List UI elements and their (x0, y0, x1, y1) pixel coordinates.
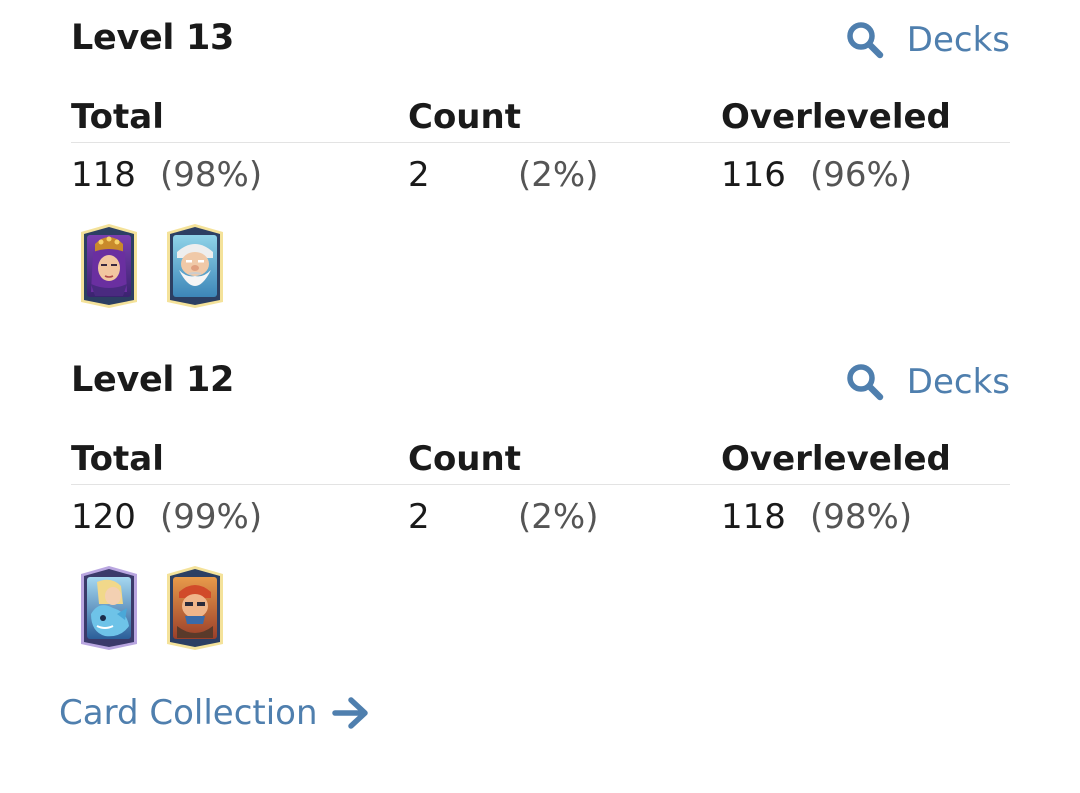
card-list (77, 564, 227, 656)
overleveled-value: 118 (721, 497, 786, 537)
level-title: Level 12 (71, 360, 235, 400)
header-count: Count (408, 97, 521, 137)
count-value: 2 (408, 155, 430, 195)
stats-header: Total Count Overleveled (71, 92, 1010, 143)
card-list (77, 222, 227, 314)
overleveled-percent: (98%) (810, 497, 913, 537)
count-cell: 2 (2%) (408, 150, 598, 200)
count-percent: (2%) (518, 497, 599, 537)
count-value: 2 (408, 497, 430, 537)
total-cell: 118 (98%) (71, 150, 262, 200)
total-value: 120 (71, 497, 136, 537)
phoenix-card-icon[interactable] (77, 564, 141, 652)
header-overleveled: Overleveled (721, 97, 951, 137)
overleveled-cell: 116 (96%) (721, 150, 912, 200)
total-percent: (99%) (160, 497, 263, 537)
header-overleveled: Overleveled (721, 439, 951, 479)
decks-label: Decks (906, 20, 1010, 60)
search-icon (845, 20, 885, 60)
search-icon (845, 362, 885, 402)
card-collection-link[interactable]: Card Collection (59, 690, 370, 736)
card-collection-label: Card Collection (59, 693, 318, 733)
royal-ghost-card-icon[interactable] (163, 222, 227, 310)
decks-link[interactable]: Decks (845, 360, 1010, 404)
decks-label: Decks (906, 362, 1010, 402)
stats-row: 118 (98%) 2 (2%) 116 (96%) (71, 150, 1010, 200)
goblin-card-icon[interactable] (163, 564, 227, 652)
stats-header: Total Count Overleveled (71, 434, 1010, 485)
stats-row: 120 (99%) 2 (2%) 118 (98%) (71, 492, 1010, 542)
header-total: Total (71, 439, 164, 479)
count-cell: 2 (2%) (408, 492, 598, 542)
overleveled-value: 116 (721, 155, 786, 195)
total-percent: (98%) (160, 155, 263, 195)
header-total: Total (71, 97, 164, 137)
overleveled-cell: 118 (98%) (721, 492, 912, 542)
decks-link[interactable]: Decks (845, 18, 1010, 62)
total-value: 118 (71, 155, 136, 195)
header-count: Count (408, 439, 521, 479)
arrow-right-icon (331, 696, 370, 730)
overleveled-percent: (96%) (810, 155, 913, 195)
total-cell: 120 (99%) (71, 492, 262, 542)
count-percent: (2%) (518, 155, 599, 195)
level-title: Level 13 (71, 18, 235, 58)
archer-queen-card-icon[interactable] (77, 222, 141, 310)
